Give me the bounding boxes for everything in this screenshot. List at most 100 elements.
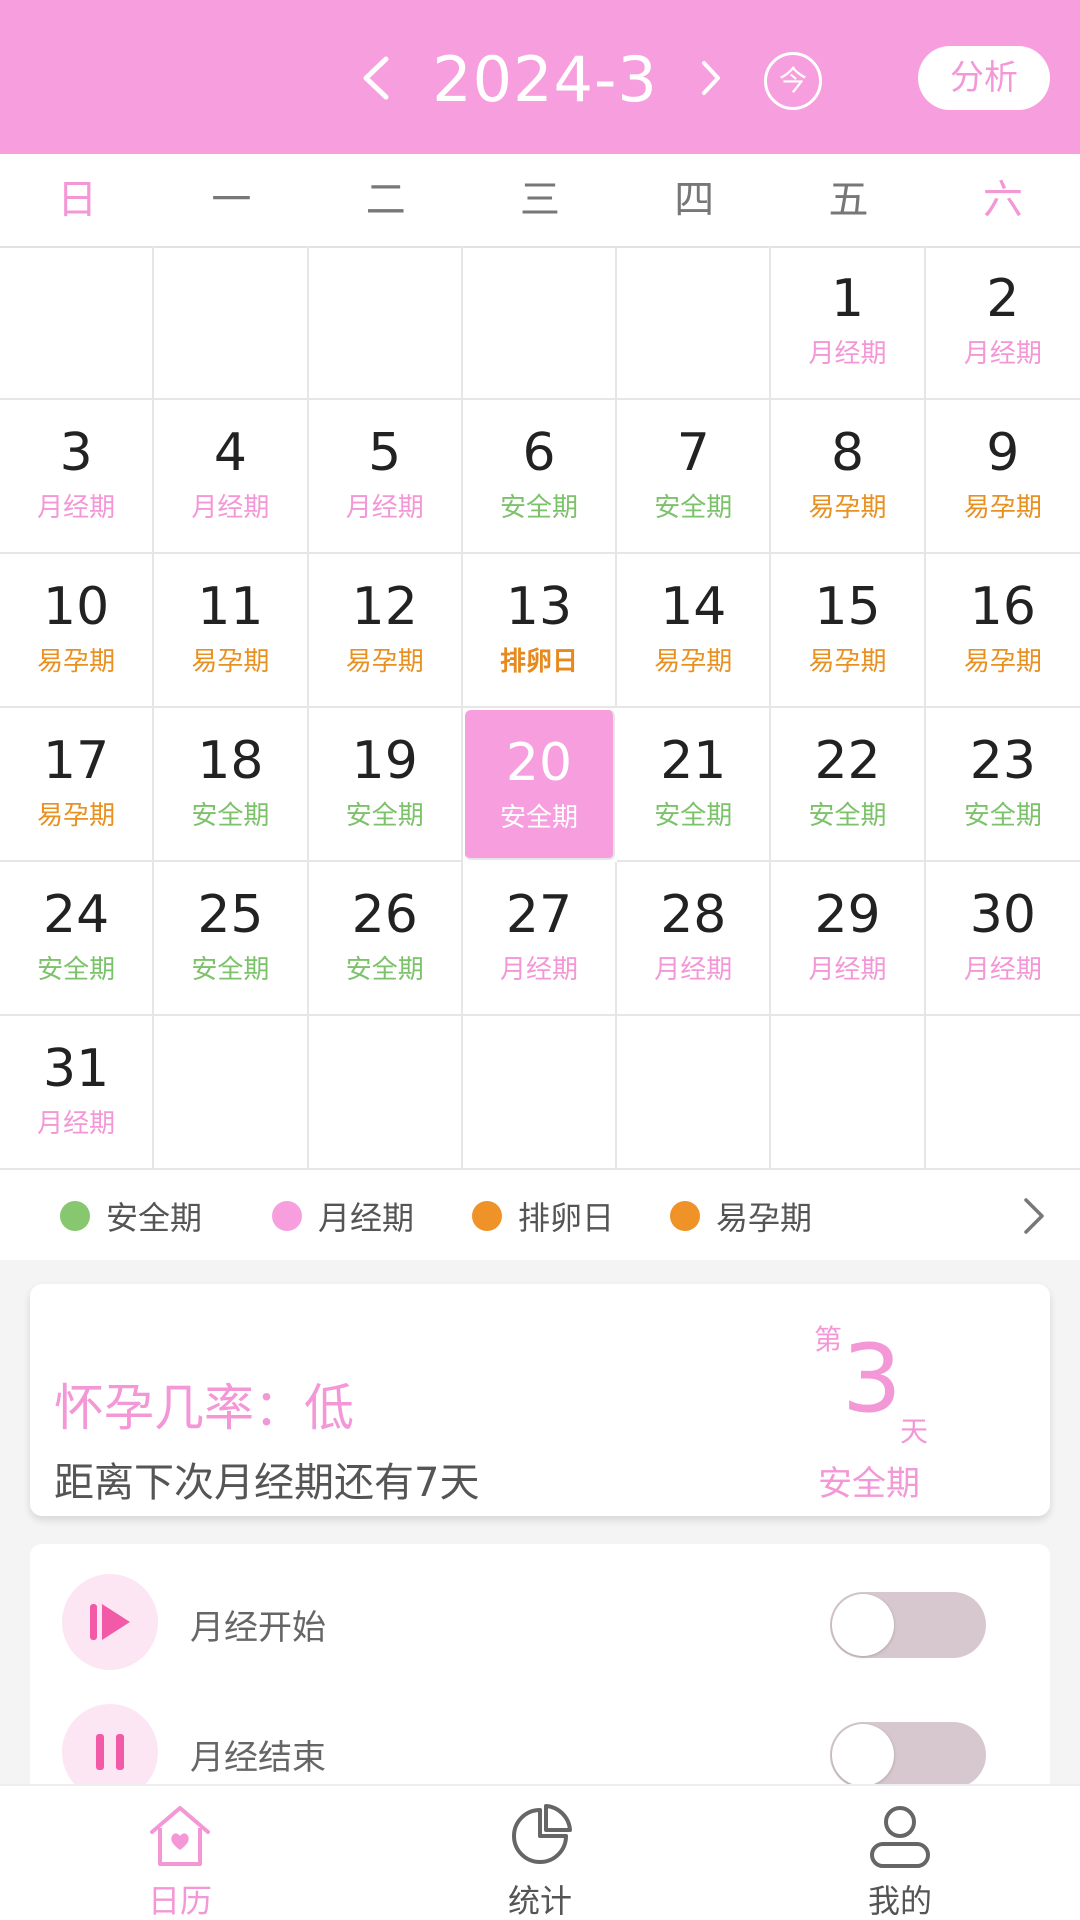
orange-dot-icon: [670, 1201, 700, 1231]
day-number: 25: [197, 885, 264, 945]
weekday-fri: 五: [828, 177, 869, 223]
calendar-day-cell[interactable]: 17 易孕期: [0, 708, 155, 862]
period-end-switch[interactable]: [830, 1722, 986, 1788]
chevron-right-icon: [1024, 1198, 1044, 1234]
calendar-grid: 1 月经期 2 月经期 3 月经期 4 月经期 5 月经期 6 安全期 7 安全期 8 易孕期 9 易孕期 10 易孕…: [0, 246, 1080, 1170]
calendar-day-cell[interactable]: 9 易孕期: [925, 400, 1080, 554]
calendar-empty-cell: [462, 1016, 618, 1170]
toggle-panel: 月经开始 月经结束: [30, 1544, 1050, 1800]
calendar-day-cell[interactable]: 19 安全期: [308, 708, 463, 862]
calendar-day-cell[interactable]: 25 安全期: [154, 862, 309, 1016]
calendar-day-cell[interactable]: 22 安全期: [771, 708, 926, 862]
day-phase-label: 易孕期: [37, 801, 116, 831]
calendar-day-cell[interactable]: 21 安全期: [617, 708, 772, 862]
legend-item-ovulation: 排卵日: [472, 1192, 614, 1240]
calendar-day-cell[interactable]: 1 月经期: [771, 246, 926, 400]
calendar-day-cell[interactable]: 4 月经期: [154, 400, 309, 554]
day-phase-label: 月经期: [963, 955, 1042, 985]
day-phase-label: 安全期: [37, 955, 116, 985]
calendar-day-cell[interactable]: 15 易孕期: [771, 554, 926, 708]
day-phase-label: 安全期: [499, 493, 578, 523]
calendar-day-cell[interactable]: 8 易孕期: [771, 400, 926, 554]
calendar-day-cell[interactable]: 2 月经期: [925, 246, 1080, 400]
tab-profile[interactable]: 我的: [720, 1786, 1080, 1920]
switch-knob: [832, 1594, 894, 1656]
day-phase-label: 安全期: [654, 493, 733, 523]
day-phase-label: 易孕期: [808, 493, 887, 523]
orange-dot-icon: [472, 1201, 502, 1231]
calendar-day-cell[interactable]: 16 易孕期: [925, 554, 1080, 708]
calendar-day-cell[interactable]: 10 易孕期: [0, 554, 155, 708]
calendar-day-cell[interactable]: 18 安全期: [154, 708, 309, 862]
day-number: 23: [969, 731, 1036, 791]
weekday-mon: 一: [211, 177, 252, 223]
calendar-day-cell[interactable]: 20 安全期: [464, 710, 616, 860]
calendar-day-cell[interactable]: 23 安全期: [925, 708, 1080, 862]
calendar-empty-cell: [308, 246, 463, 400]
legend-label: 安全期: [106, 1199, 203, 1237]
calendar-day-cell[interactable]: 31 月经期: [0, 1016, 155, 1170]
day-number: 8: [831, 423, 865, 483]
day-phase-label: 月经期: [808, 955, 887, 985]
calendar-day-cell[interactable]: 24 安全期: [0, 862, 155, 1016]
lower-panel: 怀孕几率：低 距离下次月经期还有7天 第 3 天 安全期 月经开始 月经结束: [0, 1260, 1080, 1800]
phase-label: 安全期: [818, 1464, 920, 1504]
green-dot-icon: [60, 1201, 90, 1231]
calendar-day-cell[interactable]: 29 月经期: [771, 862, 926, 1016]
tab-statistics[interactable]: 统计: [360, 1786, 720, 1920]
app: 2024-3 今 分析 日 一 二 三 四 五 六 1 月经期 2 月经期 3 月经期 4 月…: [0, 0, 1080, 1920]
calendar-empty-cell: [462, 246, 618, 400]
day-number: 16: [969, 577, 1036, 637]
prev-month-button[interactable]: [346, 48, 406, 108]
calendar-empty-cell: [154, 1016, 309, 1170]
day-number: 9: [986, 423, 1020, 483]
pink-dot-icon: [272, 1201, 302, 1231]
cycle-day-number: 3: [842, 1325, 902, 1434]
header-bar: 2024-3 今 分析: [0, 0, 1080, 154]
calendar-day-cell[interactable]: 27 月经期: [462, 862, 618, 1016]
calendar-day-cell[interactable]: 3 月经期: [0, 400, 155, 554]
calendar-day-cell[interactable]: 7 安全期: [617, 400, 772, 554]
day-phase-label: 易孕期: [963, 493, 1042, 523]
day-phase-label: 月经期: [963, 339, 1042, 369]
day-phase-label: 安全期: [499, 803, 578, 833]
calendar-empty-cell: [308, 1016, 463, 1170]
day-phase-label: 易孕期: [808, 647, 887, 677]
period-end-label: 月经结束: [190, 1738, 326, 1778]
calendar-day-cell[interactable]: 26 安全期: [308, 862, 463, 1016]
period-start-switch[interactable]: [830, 1592, 986, 1658]
tab-calendar[interactable]: 日历: [0, 1786, 360, 1920]
calendar-day-cell[interactable]: 11 易孕期: [154, 554, 309, 708]
day-number: 21: [660, 731, 727, 791]
next-month-button[interactable]: [680, 48, 740, 108]
calendar-day-cell[interactable]: 14 易孕期: [617, 554, 772, 708]
calendar-day-cell[interactable]: 5 月经期: [308, 400, 463, 554]
legend-item-period: 月经期: [272, 1192, 414, 1240]
house-heart-icon: [150, 1806, 210, 1866]
calendar-day-cell[interactable]: 30 月经期: [925, 862, 1080, 1016]
calendar-empty-cell: [925, 1016, 1080, 1170]
month-title: 2024-3: [432, 43, 658, 116]
legend-label: 月经期: [318, 1199, 415, 1237]
legend-item-safe: 安全期: [60, 1192, 202, 1240]
day-number: 24: [43, 885, 110, 945]
day-phase-label: 月经期: [345, 493, 424, 523]
pie-chart-icon: [512, 1804, 572, 1864]
calendar-day-cell[interactable]: 28 月经期: [617, 862, 772, 1016]
calendar-empty-cell: [617, 1016, 772, 1170]
analyze-button[interactable]: 分析: [918, 46, 1050, 110]
day-number: 1: [831, 269, 865, 329]
today-button[interactable]: 今: [764, 52, 822, 110]
legend-more-button[interactable]: [1012, 1194, 1056, 1238]
calendar-day-cell[interactable]: 6 安全期: [462, 400, 618, 554]
day-number: 17: [43, 731, 110, 791]
weekday-tue: 二: [365, 177, 406, 223]
calendar-day-cell[interactable]: 12 易孕期: [308, 554, 463, 708]
day-phase-label: 易孕期: [963, 647, 1042, 677]
day-number: 31: [43, 1039, 110, 1099]
day-number: 26: [351, 885, 418, 945]
day-number: 18: [197, 731, 264, 791]
calendar-empty-cell: [0, 246, 155, 400]
calendar-empty-cell: [154, 246, 309, 400]
calendar-day-cell[interactable]: 13 排卵日: [462, 554, 618, 708]
